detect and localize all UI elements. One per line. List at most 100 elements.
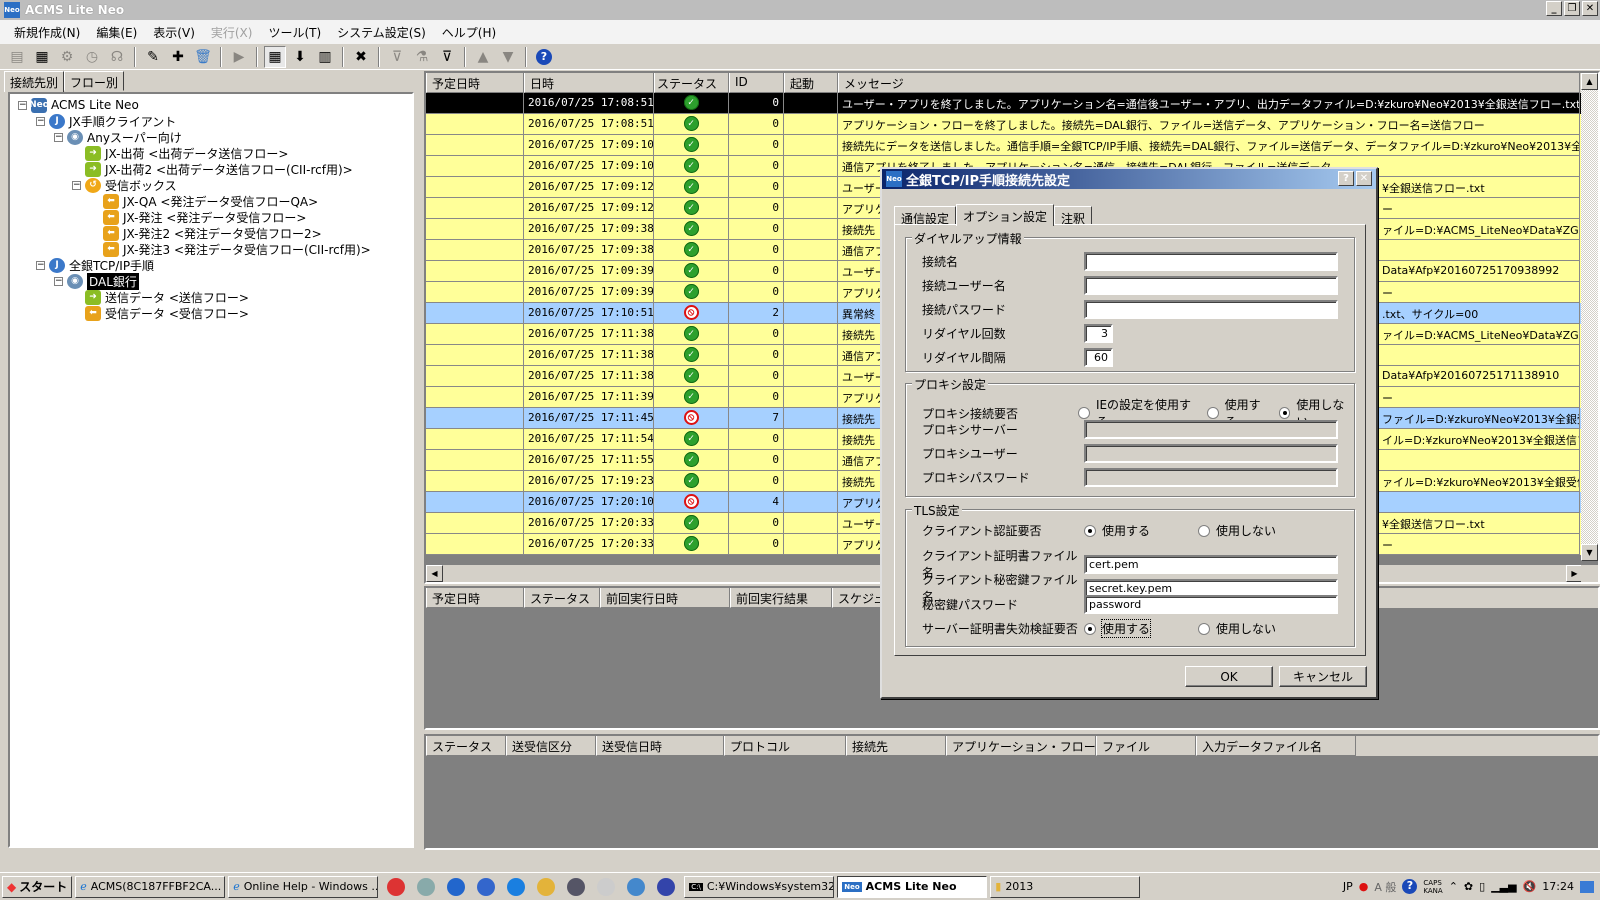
col-tx-input-file[interactable]: 入力データファイル名: [1196, 736, 1356, 756]
client-auth-use-radio[interactable]: 使用する: [1084, 522, 1184, 539]
col-status[interactable]: ステータス: [654, 73, 729, 93]
connection-tree[interactable]: − Neo ACMS Lite Neo − J JX手順クライアント − ◉ Anyスーパー向け…: [8, 92, 414, 848]
col-message[interactable]: メッセージ: [838, 73, 1580, 93]
col-id[interactable]: ID: [729, 73, 784, 93]
vertical-scrollbar[interactable]: ▲ ▼: [1581, 73, 1598, 561]
crl-use-radio[interactable]: 使用する: [1084, 619, 1184, 638]
minimize-button[interactable]: _: [1546, 1, 1562, 16]
tree-node[interactable]: − J JX手順クライアント: [10, 113, 412, 129]
log-view-button[interactable]: ▦: [264, 45, 286, 68]
run-button[interactable]: ▶: [228, 46, 250, 68]
start-button[interactable]: ◆ スタート: [2, 875, 73, 898]
col-tx-flow-name[interactable]: アプリケーション・フロー名: [946, 736, 1096, 756]
taskbar-item-cmd[interactable]: C:\C:¥Windows¥system32¥...: [684, 875, 835, 898]
taskbar-item-online-help[interactable]: ℯ Online Help - Windows ...: [228, 875, 379, 898]
globe-icon[interactable]: [447, 877, 466, 896]
power-icon[interactable]: ▯: [1479, 880, 1485, 893]
monitor-button[interactable]: ☊: [106, 46, 128, 68]
table-button[interactable]: ▥: [314, 46, 336, 68]
col-tx-datetime[interactable]: 送受信日時: [596, 736, 724, 756]
restore-button[interactable]: ❐: [1564, 1, 1580, 16]
tree-node[interactable]: − ↺ 受信ボックス: [10, 177, 412, 193]
redial-count-input[interactable]: 3: [1084, 324, 1113, 343]
cancel-button[interactable]: キャンセル: [1279, 666, 1367, 687]
tree-node[interactable]: − ◉ Anyスーパー向け: [10, 129, 412, 145]
language-indicator[interactable]: JP: [1343, 880, 1353, 893]
new-document-button[interactable]: ▦: [31, 46, 53, 68]
col-scheduled[interactable]: 予定日時: [426, 73, 524, 93]
delete-button[interactable]: 🗑: [192, 46, 214, 68]
notepad-icon[interactable]: [597, 877, 616, 896]
conn-name-input[interactable]: [1084, 252, 1338, 271]
menu-item-0[interactable]: 新規作成(N): [6, 24, 88, 41]
ime-icon[interactable]: ●: [1359, 880, 1369, 893]
col-sched-scheduled[interactable]: 予定日時: [426, 588, 524, 608]
folder-app-icon[interactable]: [537, 877, 556, 896]
volume-muted-icon[interactable]: 🔇: [1523, 880, 1537, 893]
tools-button[interactable]: ✖: [350, 46, 372, 68]
tree-node[interactable]: ➜ 送信データ <送信フロー>: [10, 289, 412, 305]
vpn-icon[interactable]: [567, 877, 586, 896]
tab-by-flow[interactable]: フロー別: [64, 71, 125, 91]
show-hidden-icons[interactable]: ⌃: [1449, 880, 1458, 893]
col-datetime[interactable]: 日時: [524, 73, 654, 93]
col-sched-status[interactable]: ステータス: [524, 588, 600, 608]
scroll-down-button[interactable]: ▼: [1581, 544, 1598, 561]
collapse-toggle-icon[interactable]: −: [36, 116, 45, 126]
tab-by-connection[interactable]: 接続先別: [4, 71, 65, 92]
tab-communication-settings[interactable]: 通信設定: [894, 206, 957, 226]
filter-clear-button[interactable]: ⊽: [386, 46, 408, 68]
arrow-down-button[interactable]: ▼: [497, 46, 519, 68]
collapse-toggle-icon[interactable]: −: [36, 260, 45, 270]
tree-node[interactable]: − ◉ DAL銀行: [10, 272, 412, 290]
tree-node[interactable]: ➜ JX-出荷 <出荷データ送信フロー>: [10, 145, 412, 161]
col-tx-status[interactable]: ステータス: [426, 736, 506, 756]
chrome-icon[interactable]: [387, 877, 406, 896]
menu-item-6[interactable]: ヘルプ(H): [434, 24, 504, 41]
flask-button[interactable]: ⚗: [411, 46, 433, 68]
tree-node[interactable]: ⬅ JX-発注2 <発注データ受信フロー2>: [10, 225, 412, 241]
dialog-help-button[interactable]: ?: [1338, 171, 1354, 186]
tab-option-settings[interactable]: オプション設定: [956, 204, 1055, 226]
collapse-toggle-icon[interactable]: −: [72, 180, 81, 190]
menu-item-5[interactable]: システム設定(S): [329, 24, 434, 41]
add-button[interactable]: ✚: [167, 46, 189, 68]
tree-node[interactable]: − Neo ACMS Lite Neo: [10, 97, 412, 113]
log-row[interactable]: 2016/07/25 17:08:51.459 ✓ 0 ユーザー・アプリを終了しました…: [426, 93, 1598, 114]
tree-node[interactable]: ⬅ JX-発注 <発注データ受信フロー>: [10, 209, 412, 225]
scroll-up-button[interactable]: ▲: [1581, 73, 1598, 90]
tree-node[interactable]: ⬅ JX-QA <発注データ受信フローQA>: [10, 193, 412, 209]
settings-gears-button[interactable]: ⚙: [56, 46, 78, 68]
conn-pass-input[interactable]: [1084, 300, 1338, 319]
dropbox-icon[interactable]: [507, 877, 526, 896]
dialog-close-button[interactable]: ✕: [1356, 171, 1372, 186]
log-row[interactable]: 2016/07/25 17:08:51.506 ✓ 0 アプリケーション・フローを終了…: [426, 114, 1598, 135]
client-auth-no-use-radio[interactable]: 使用しない: [1198, 522, 1276, 539]
download-log-button[interactable]: ⬇: [289, 46, 311, 68]
redial-interval-input[interactable]: 60: [1084, 348, 1113, 367]
tree-node[interactable]: ⬅ 受信データ <受信フロー>: [10, 305, 412, 321]
ime-mode[interactable]: A 般: [1374, 879, 1396, 895]
col-tx-file[interactable]: ファイル: [1096, 736, 1196, 756]
arrow-up-button[interactable]: ▲: [472, 46, 494, 68]
tray-app-icon[interactable]: ✿: [1464, 880, 1473, 893]
menu-item-2[interactable]: 表示(V): [145, 24, 203, 41]
database-button[interactable]: ▤: [6, 46, 28, 68]
taskbar-item-acms-ie[interactable]: ℯ ACMS(8C187FFBF2CA...: [75, 875, 226, 898]
close-button[interactable]: ✕: [1582, 1, 1598, 16]
key-pass-input[interactable]: password: [1084, 595, 1338, 614]
menu-item-4[interactable]: ツール(T): [260, 24, 329, 41]
scroll-left-button[interactable]: ◀: [426, 565, 443, 582]
ok-button[interactable]: OK: [1185, 666, 1273, 687]
log-row[interactable]: 2016/07/25 17:09:10.117 ✓ 0 接続先にデータを送信しました。…: [426, 135, 1598, 156]
col-tx-protocol[interactable]: プロトコル: [724, 736, 846, 756]
collapse-toggle-icon[interactable]: −: [54, 132, 63, 142]
taskbar-item-acms-lite-neo[interactable]: Neo ACMS Lite Neo: [837, 875, 988, 898]
menu-item-3[interactable]: 実行(X): [203, 24, 261, 41]
col-trigger[interactable]: 起動: [784, 73, 838, 93]
help-button[interactable]: ?: [533, 46, 555, 68]
help-tray-icon[interactable]: ?: [1402, 879, 1418, 894]
proxy-user-input[interactable]: [1084, 444, 1338, 463]
col-tx-connection[interactable]: 接続先: [846, 736, 946, 756]
network-signal-icon[interactable]: ▁▃▅: [1491, 880, 1516, 893]
